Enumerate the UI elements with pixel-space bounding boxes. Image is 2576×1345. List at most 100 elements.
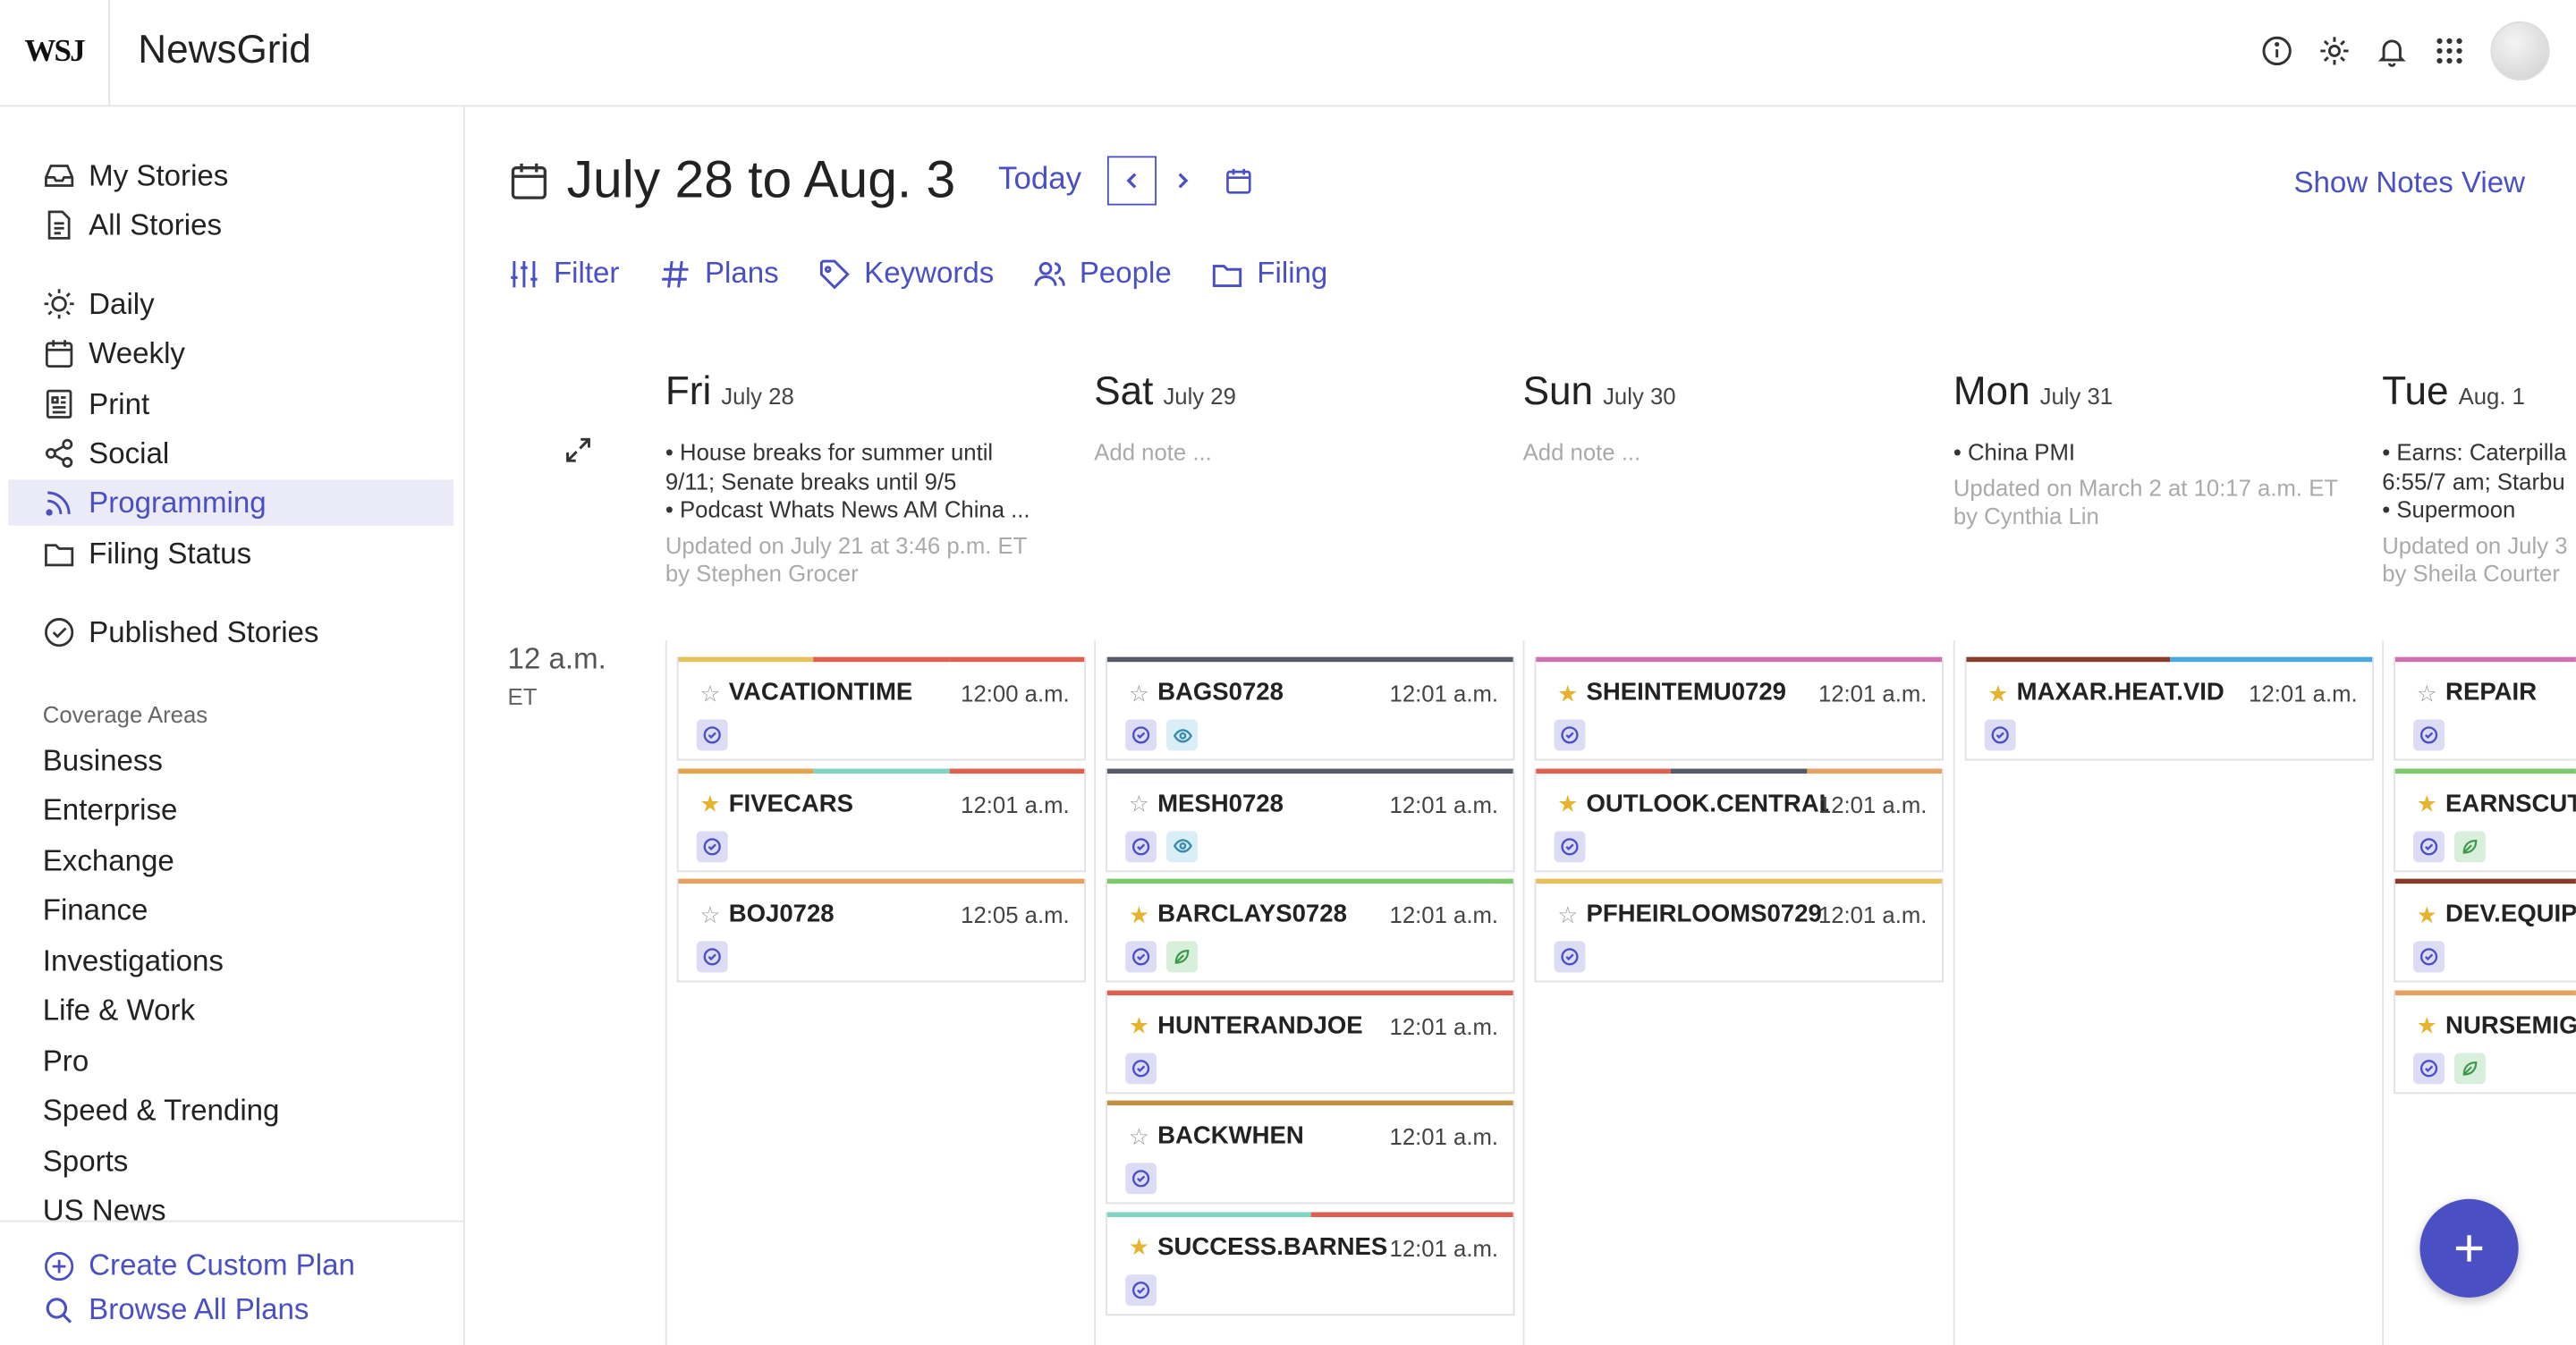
- status-check-icon[interactable]: [696, 830, 728, 862]
- status-check-icon[interactable]: [1125, 1163, 1157, 1195]
- gear-icon[interactable]: [2315, 31, 2354, 71]
- status-check-icon[interactable]: [1125, 830, 1157, 862]
- today-button[interactable]: Today: [998, 162, 1081, 198]
- star-icon[interactable]: ★: [2417, 1013, 2437, 1036]
- star-icon[interactable]: ★: [1129, 1013, 1149, 1036]
- star-icon[interactable]: ☆: [1129, 791, 1149, 815]
- filter-button[interactable]: Filter: [508, 257, 619, 292]
- leaf-icon[interactable]: [1166, 941, 1198, 973]
- star-icon[interactable]: ☆: [699, 681, 720, 704]
- story-card[interactable]: ☆ MESH0728 12:01 a.m.: [1106, 767, 1515, 872]
- coverage-item[interactable]: Enterprise: [43, 793, 178, 828]
- sidebar-item-social[interactable]: Social: [43, 430, 169, 476]
- star-icon[interactable]: ★: [1557, 791, 1578, 815]
- story-card[interactable]: ★ DEV.EQUIPP: [2394, 878, 2576, 983]
- day-notes[interactable]: • House breaks for summer until 9/11; Se…: [665, 438, 1094, 524]
- sidebar-item-filing-status[interactable]: Filing Status: [43, 530, 251, 576]
- story-card[interactable]: ☆ BOJ0728 12:05 a.m.: [676, 878, 1087, 983]
- add-note-field[interactable]: Add note ...: [1094, 438, 1522, 464]
- star-icon[interactable]: ☆: [1129, 1124, 1149, 1147]
- note-line: 9/11; Senate breaks until 9/5: [665, 467, 957, 494]
- bell-icon[interactable]: [2372, 31, 2411, 71]
- sidebar-item-all-stories[interactable]: All Stories: [43, 202, 222, 248]
- status-check-icon[interactable]: [1125, 719, 1157, 751]
- sidebar-item-print[interactable]: Print: [43, 381, 149, 427]
- story-card[interactable]: ★ SHEINTEMU0729 12:01 a.m.: [1534, 656, 1944, 761]
- sidebar-item-programming[interactable]: Programming: [8, 479, 453, 526]
- coverage-item[interactable]: Finance: [43, 893, 148, 928]
- status-check-icon[interactable]: [1125, 1052, 1157, 1084]
- create-custom-plan-link[interactable]: Create Custom Plan: [43, 1248, 355, 1283]
- star-icon[interactable]: ★: [1129, 902, 1149, 926]
- story-card[interactable]: ☆ PFHEIRLOOMS0729 12:01 a.m.: [1534, 878, 1944, 983]
- star-icon[interactable]: ★: [2417, 791, 2437, 815]
- wsj-logo[interactable]: WSJ: [0, 0, 111, 106]
- status-check-icon[interactable]: [2413, 1052, 2445, 1084]
- info-icon[interactable]: [2258, 31, 2297, 71]
- story-card[interactable]: ★ MAXAR.HEAT.VID 12:01 a.m.: [1964, 656, 2375, 761]
- story-card[interactable]: ☆ BAGS0728 12:01 a.m.: [1106, 656, 1515, 761]
- status-check-icon[interactable]: [696, 719, 728, 751]
- coverage-item[interactable]: Life & Work: [43, 994, 195, 1028]
- day-notes[interactable]: • China PMI: [1953, 438, 2382, 467]
- sidebar-item-published-stories[interactable]: Published Stories: [43, 609, 318, 655]
- watching-eye-icon[interactable]: [1166, 719, 1198, 751]
- status-check-icon[interactable]: [2413, 719, 2445, 751]
- watching-eye-icon[interactable]: [1166, 830, 1198, 862]
- story-card[interactable]: ★ NURSEMIGR: [2394, 989, 2576, 1094]
- star-icon[interactable]: ★: [1557, 681, 1578, 704]
- expand-icon[interactable]: [564, 436, 593, 473]
- coverage-item[interactable]: Pro: [43, 1045, 89, 1079]
- sidebar-item-daily[interactable]: Daily: [43, 281, 155, 326]
- day-notes[interactable]: • Earns: Caterpilla 6:55/7 am; Starbu • …: [2382, 438, 2576, 524]
- story-card[interactable]: ★ HUNTERANDJOE 12:01 a.m.: [1106, 989, 1515, 1094]
- story-card[interactable]: ★ FIVECARS 12:01 a.m.: [676, 767, 1087, 872]
- status-check-icon[interactable]: [696, 941, 728, 973]
- people-button[interactable]: People: [1033, 257, 1172, 292]
- status-check-icon[interactable]: [1125, 1273, 1157, 1306]
- story-card[interactable]: ★ SUCCESS.BARNES 12:01 a.m.: [1106, 1211, 1515, 1315]
- add-note-field[interactable]: Add note ...: [1523, 438, 1952, 464]
- status-check-icon[interactable]: [2413, 830, 2445, 862]
- sidebar-item-weekly[interactable]: Weekly: [43, 330, 185, 376]
- star-icon[interactable]: ☆: [1557, 902, 1578, 926]
- filing-button[interactable]: Filing: [1211, 257, 1327, 292]
- status-check-icon[interactable]: [1984, 719, 2016, 751]
- next-week-button[interactable]: [1160, 156, 1206, 202]
- status-check-icon[interactable]: [1125, 941, 1157, 973]
- star-icon[interactable]: ★: [1987, 681, 2008, 704]
- star-icon[interactable]: ☆: [699, 902, 720, 926]
- star-icon[interactable]: ★: [2417, 902, 2437, 926]
- story-card[interactable]: ★ EARNSCUT: [2394, 767, 2576, 872]
- plans-button[interactable]: Plans: [659, 257, 779, 292]
- avatar[interactable]: [2490, 21, 2550, 80]
- coverage-item[interactable]: Investigations: [43, 944, 224, 979]
- apps-grid-icon[interactable]: [2429, 31, 2469, 71]
- previous-week-button[interactable]: [1107, 155, 1157, 205]
- star-icon[interactable]: ★: [699, 791, 720, 815]
- story-card[interactable]: ☆ BACKWHEN 12:01 a.m.: [1106, 1100, 1515, 1205]
- leaf-icon[interactable]: [2454, 1052, 2486, 1084]
- coverage-item[interactable]: Speed & Trending: [43, 1094, 280, 1129]
- status-check-icon[interactable]: [1554, 830, 1586, 862]
- browse-all-plans-link[interactable]: Browse All Plans: [43, 1292, 309, 1327]
- star-icon[interactable]: ★: [1129, 1235, 1149, 1258]
- star-icon[interactable]: ☆: [1129, 681, 1149, 704]
- status-check-icon[interactable]: [2413, 941, 2445, 973]
- status-check-icon[interactable]: [1554, 941, 1586, 973]
- leaf-icon[interactable]: [2454, 830, 2486, 862]
- add-story-button[interactable]: [2419, 1198, 2519, 1298]
- coverage-item[interactable]: Sports: [43, 1145, 129, 1180]
- story-card[interactable]: ☆ VACATIONTIME 12:00 a.m.: [676, 656, 1087, 761]
- story-card[interactable]: ★ OUTLOOK.CENTRAL... 12:01 a.m.: [1534, 767, 1944, 872]
- date-picker-button[interactable]: [1216, 156, 1262, 202]
- sidebar-item-my-stories[interactable]: My Stories: [43, 153, 229, 199]
- story-card[interactable]: ☆ REPAIR: [2394, 656, 2576, 761]
- coverage-item[interactable]: Exchange: [43, 844, 174, 879]
- story-card[interactable]: ★ BARCLAYS0728 12:01 a.m.: [1106, 878, 1515, 983]
- keywords-button[interactable]: Keywords: [818, 257, 994, 292]
- status-check-icon[interactable]: [1554, 719, 1586, 751]
- star-icon[interactable]: ☆: [2417, 681, 2437, 704]
- coverage-item[interactable]: Business: [43, 744, 163, 779]
- show-notes-view-button[interactable]: Show Notes View: [2293, 166, 2525, 201]
